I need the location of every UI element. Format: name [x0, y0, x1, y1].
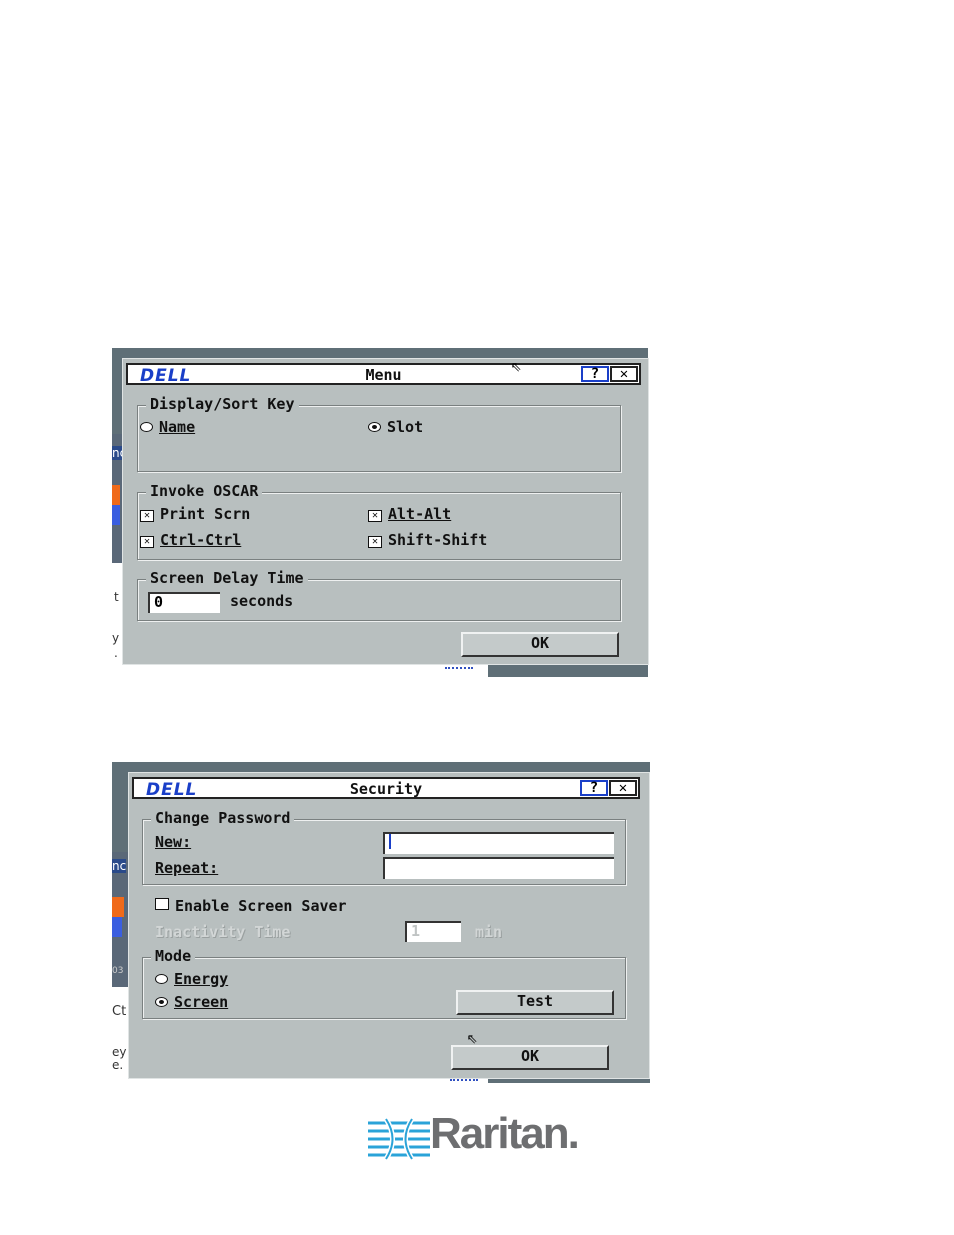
side-text: t [114, 590, 119, 604]
close-button[interactable]: ✕ [610, 366, 638, 382]
side-orange [112, 897, 124, 917]
test-button[interactable]: Test [456, 990, 614, 1015]
mode-group: Mode Energy Screen Test [142, 947, 626, 1019]
group-legend: Screen Delay Time [146, 569, 308, 587]
ok-button[interactable]: OK [451, 1045, 609, 1070]
group-legend: Change Password [151, 809, 295, 827]
checkbox-label: Alt-Alt [388, 505, 452, 523]
group-legend: Mode [151, 947, 196, 965]
side-orange [112, 485, 120, 505]
side-text: 03 [112, 966, 124, 976]
ok-button[interactable]: OK [461, 632, 619, 657]
change-password-group: Change Password New: Repeat: [142, 809, 626, 885]
checkbox-print-scrn[interactable]: ✕ Print Scrn [140, 505, 250, 523]
repeat-password-input[interactable] [383, 857, 614, 879]
mouse-cursor-icon: ⇖ [511, 355, 522, 376]
checkbox-label: Print Scrn [160, 505, 251, 523]
radio-on-icon[interactable] [155, 997, 168, 1007]
radio-screen[interactable]: Screen [155, 993, 228, 1011]
checkbox-label: Enable Screen Saver [175, 897, 347, 915]
side-blue [112, 917, 122, 937]
group-legend: Invoke OSCAR [146, 482, 263, 500]
radio-energy[interactable]: Energy [155, 970, 228, 988]
title-bar[interactable]: DELL Menu ? ✕ [126, 363, 641, 386]
checkbox-label: Shift-Shift [388, 531, 488, 549]
display-sort-group: Display/Sort Key Name Slot [137, 395, 621, 472]
radio-slot[interactable]: Slot [368, 418, 423, 436]
side-text: Ct [112, 1004, 127, 1019]
checkbox-checked-icon[interactable]: ✕ [368, 536, 382, 548]
radio-on-icon[interactable] [368, 422, 381, 432]
menu-screenshot: nc t y . DELL Menu ? ✕ ⇖ Display/Sort Ke… [112, 348, 649, 677]
invoke-oscar-group: Invoke OSCAR ✕ Print Scrn ✕ Alt-Alt ✕ Ctrl-… [137, 482, 621, 560]
radio-name[interactable]: Name [140, 418, 195, 436]
screen-delay-input[interactable]: 0 [148, 592, 220, 613]
checkbox-label: Ctrl-Ctrl [160, 531, 242, 549]
close-button[interactable]: ✕ [609, 780, 637, 796]
checkbox-checked-icon[interactable]: ✕ [140, 536, 154, 548]
raritan-logo: Raritan. [368, 1109, 580, 1161]
side-blue [112, 505, 120, 525]
security-dialog: DELL Security ? ✕ Change Password New: R… [128, 772, 650, 1079]
screen-delay-group: Screen Delay Time 0 seconds [137, 569, 621, 621]
inactivity-unit-label: min [475, 923, 503, 941]
dialog-title: Security [349, 780, 423, 798]
help-button[interactable]: ? [581, 366, 609, 382]
inactivity-time-input[interactable]: 1 [405, 921, 461, 942]
radio-label: Energy [174, 970, 229, 988]
radio-label: Screen [174, 993, 229, 1011]
menu-dialog: DELL Menu ? ✕ ⇖ Display/Sort Key Name Sl… [122, 355, 649, 665]
side-text: nc [112, 859, 127, 873]
side-text: y [112, 631, 120, 645]
radio-label: Name [159, 418, 196, 436]
seconds-label: seconds [230, 592, 294, 610]
radio-off-icon[interactable] [155, 974, 168, 984]
text-caret [389, 834, 391, 849]
group-legend: Display/Sort Key [146, 395, 299, 413]
side-text: ey [112, 1045, 127, 1059]
inactivity-time-label: Inactivity Time [155, 923, 291, 941]
checkbox-checked-icon[interactable]: ✕ [368, 510, 382, 522]
raritan-emblem-icon [368, 1117, 430, 1161]
checkbox-unchecked-icon[interactable] [155, 898, 169, 910]
side-text: . [114, 646, 118, 660]
checkbox-shift-shift[interactable]: ✕ Shift-Shift [368, 531, 487, 549]
title-bar[interactable]: DELL Security ? ✕ [132, 777, 640, 800]
radio-off-icon[interactable] [140, 422, 153, 432]
security-screenshot: nc 03 Ct ey e. DELL Security ? ✕ Change … [112, 762, 650, 1083]
help-button[interactable]: ? [580, 780, 608, 796]
dialog-title: Menu [365, 366, 402, 384]
repeat-password-label: Repeat: [155, 859, 219, 877]
raritan-wordmark: Raritan. [430, 1109, 580, 1158]
new-password-input[interactable] [383, 832, 614, 854]
checkbox-alt-alt[interactable]: ✕ Alt-Alt [368, 505, 451, 523]
new-password-label: New: [155, 833, 192, 851]
radio-label: Slot [387, 418, 424, 436]
enable-screen-saver-checkbox[interactable]: Enable Screen Saver [155, 897, 347, 915]
side-text: e. [112, 1058, 124, 1072]
checkbox-checked-icon[interactable]: ✕ [140, 510, 154, 522]
checkbox-ctrl-ctrl[interactable]: ✕ Ctrl-Ctrl [140, 531, 241, 549]
